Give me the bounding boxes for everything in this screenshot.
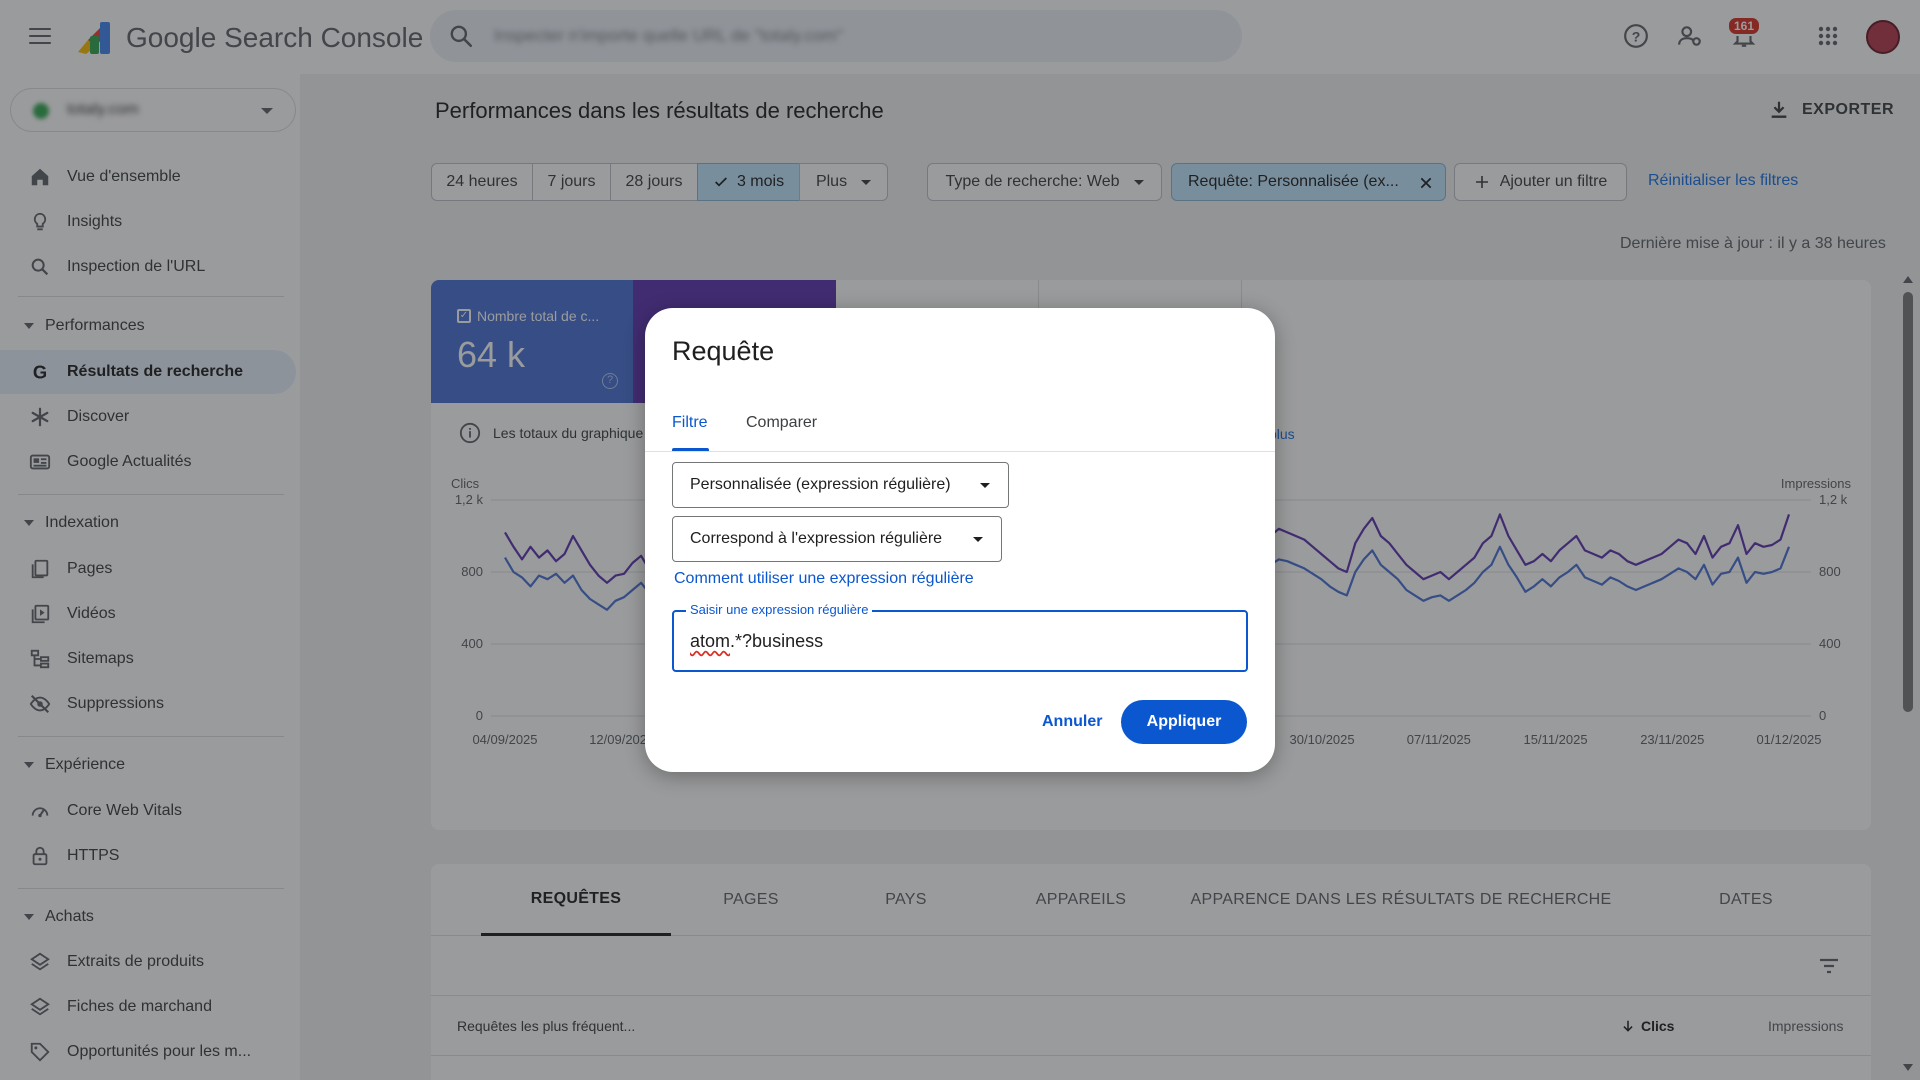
dialog-tabs: Filtre Comparer — [645, 398, 1275, 452]
chevron-down-icon — [973, 537, 983, 542]
query-filter-dialog: Requête Filtre Comparer Personnalisée (e… — [645, 308, 1275, 772]
regex-input-value[interactable]: atom.*?business — [690, 631, 823, 652]
cancel-button[interactable]: Annuler — [1030, 700, 1114, 744]
tab-filter[interactable]: Filtre — [672, 414, 708, 432]
regex-input[interactable]: Saisir une expression régulière atom.*?b… — [672, 602, 1248, 672]
select-value: Correspond à l'expression régulière — [690, 530, 943, 547]
select-value: Personnalisée (expression régulière) — [690, 476, 951, 493]
match-type-select[interactable]: Correspond à l'expression régulière — [672, 516, 1002, 562]
active-tab-indicator — [672, 448, 709, 451]
chevron-down-icon — [980, 483, 990, 488]
tab-compare[interactable]: Comparer — [746, 414, 817, 432]
filter-type-select[interactable]: Personnalisée (expression régulière) — [672, 462, 1009, 508]
spellcheck-word: atom — [690, 631, 731, 651]
regex-help-link[interactable]: Comment utiliser une expression régulièr… — [674, 570, 974, 588]
apply-button[interactable]: Appliquer — [1121, 700, 1247, 744]
dialog-title: Requête — [672, 336, 775, 366]
regex-input-label: Saisir une expression régulière — [686, 602, 873, 617]
regex-remainder: .*?business — [730, 631, 824, 651]
